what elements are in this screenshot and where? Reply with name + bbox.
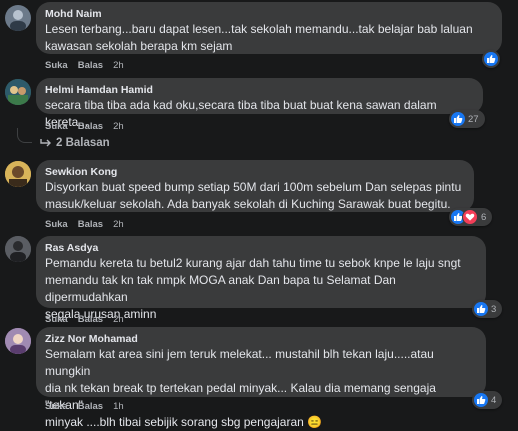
comment-bubble: Zizz Nor Mohamad Semalam kat area sini j… — [36, 327, 486, 429]
reply-arrow-icon — [40, 139, 51, 147]
avatar[interactable] — [5, 5, 31, 31]
reaction-count: 6 — [481, 211, 487, 223]
like-button[interactable]: Suka — [45, 59, 68, 72]
comment-text: Lesen terbang...baru dapat lesen...tak s… — [45, 22, 473, 53]
timestamp[interactable]: 2h — [113, 313, 124, 326]
reaction-summary[interactable]: 4 — [472, 391, 503, 409]
comment-bubble: Mohd Naim Lesen terbang...baru dapat les… — [36, 2, 502, 54]
reaction-summary[interactable]: 3 — [472, 300, 503, 318]
comment-bubble: Sewkion Kong Disyorkan buat speed bump s… — [36, 160, 474, 212]
comment-actions: Suka Balas 2h — [45, 59, 124, 72]
like-reaction-icon — [474, 302, 488, 316]
comment-author[interactable]: Ras Asdya — [45, 241, 477, 255]
avatar[interactable] — [5, 79, 31, 105]
avatar[interactable] — [5, 328, 31, 354]
reply-button[interactable]: Balas — [78, 400, 103, 413]
comment-actions: Suka Balas 2h — [45, 120, 124, 133]
view-replies-button[interactable]: 2 Balasan — [40, 137, 110, 149]
reaction-count: 27 — [468, 113, 479, 125]
reply-button[interactable]: Balas — [78, 313, 103, 326]
comment-text: Semalam kat area sini jem teruk melekat.… — [45, 347, 436, 429]
comment-author[interactable]: Zizz Nor Mohamad — [45, 332, 477, 346]
like-reaction-icon — [451, 112, 465, 126]
timestamp[interactable]: 2h — [113, 59, 124, 72]
reaction-count: 3 — [491, 303, 497, 315]
timestamp[interactable]: 2h — [113, 120, 124, 133]
reaction-summary[interactable]: 6 — [449, 208, 493, 226]
avatar[interactable] — [5, 161, 31, 187]
comment-author[interactable]: Mohd Naim — [45, 7, 493, 21]
timestamp[interactable]: 2h — [113, 218, 124, 231]
comment-actions: Suka Balas 2h — [45, 313, 124, 326]
reply-button[interactable]: Balas — [78, 59, 103, 72]
comment-text: Disyorkan buat speed bump setiap 50M dar… — [45, 180, 462, 211]
comment-actions: Suka Balas 2h — [45, 218, 124, 231]
like-button[interactable]: Suka — [45, 218, 68, 231]
reaction-summary[interactable]: 27 — [449, 110, 485, 128]
replies-count-label[interactable]: 2 Balasan — [56, 137, 110, 149]
reply-button[interactable]: Balas — [78, 120, 103, 133]
comment-actions: Suka Balas 1h — [45, 400, 124, 413]
thread-connector — [17, 128, 32, 143]
like-reaction-icon — [474, 393, 488, 407]
like-reaction-icon — [484, 52, 498, 66]
love-reaction-icon — [462, 209, 478, 225]
avatar[interactable] — [5, 236, 31, 262]
like-button[interactable]: Suka — [45, 400, 68, 413]
timestamp[interactable]: 1h — [113, 400, 124, 413]
comment-bubble: Helmi Hamdan Hamid secara tiba tiba ada … — [36, 78, 483, 129]
reaction-summary[interactable] — [482, 50, 500, 68]
reaction-count: 4 — [491, 394, 497, 406]
like-button[interactable]: Suka — [45, 120, 68, 133]
reply-button[interactable]: Balas — [78, 218, 103, 231]
comment-author[interactable]: Helmi Hamdan Hamid — [45, 83, 474, 97]
like-button[interactable]: Suka — [45, 313, 68, 326]
comment-author[interactable]: Sewkion Kong — [45, 165, 465, 179]
comment-bubble: Ras Asdya Pemandu kereta tu betul2 kuran… — [36, 236, 486, 321]
